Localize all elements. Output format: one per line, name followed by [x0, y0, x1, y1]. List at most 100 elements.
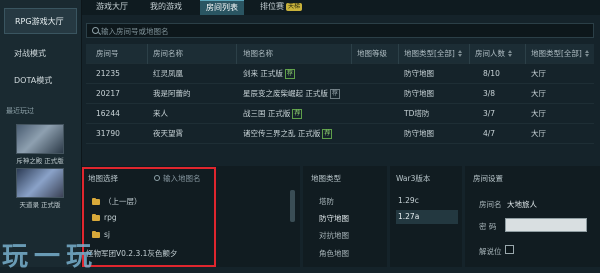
- tab-my-games[interactable]: 我的游戏: [150, 0, 182, 15]
- tree-item-parent[interactable]: （上一层）: [92, 196, 142, 207]
- tab-ranked[interactable]: 排位赛 天梯: [260, 0, 303, 15]
- room-id: 16244: [96, 109, 120, 118]
- recent-game-1-label: 斥神之殿 正式版: [16, 157, 64, 165]
- room-settings-panel: 房间设置 房间名 大地旅人 密 码 解说位: [465, 166, 600, 267]
- room-players: 3/7: [483, 109, 496, 118]
- map-type-option[interactable]: 角色地图: [319, 248, 349, 259]
- tree-item-label: rpg: [104, 213, 117, 222]
- room-id: 31790: [96, 129, 120, 138]
- commentator-checkbox[interactable]: [505, 245, 514, 254]
- tree-item-label: sj: [104, 230, 110, 239]
- column-divider: [351, 44, 352, 64]
- col-room-name[interactable]: 房间名称: [153, 44, 183, 64]
- room-search-placeholder: 输入房间号或地图名: [101, 27, 169, 36]
- map-select-panel: 地图选择 输入地图名 （上一层） rpg sj 怪物军团V0.2.3.1灰色颤夕: [82, 166, 300, 267]
- room-table-header: 房间号 房间名称 地图名称 地图等级 地图类型[全部] 房间人数 地图类型[全部…: [86, 44, 594, 64]
- col-map-type[interactable]: 地图类型[全部]: [404, 44, 463, 64]
- map-name: 星辰变之废柴崛起 正式版荐: [243, 84, 340, 104]
- col-map-level[interactable]: 地图等级: [357, 44, 387, 64]
- hall-type: 大厅: [531, 129, 546, 138]
- tab-game-lobby[interactable]: 游戏大厅: [96, 0, 128, 15]
- room-name-label: 房间名: [479, 200, 502, 209]
- recent-game-1[interactable]: 斥神之殿 正式版: [16, 124, 64, 165]
- table-row[interactable]: 21235 红灵凤凰 剑来 正式版荐 防守地图 8/10 大厅: [86, 64, 594, 84]
- room-table: 房间号 房间名称 地图名称 地图等级 地图类型[全部] 房间人数 地图类型[全部…: [86, 44, 594, 144]
- war3-version-title: War3版本: [396, 174, 431, 183]
- map-type: 防守地图: [404, 69, 434, 78]
- tab-room-list[interactable]: 房间列表: [200, 0, 244, 15]
- map-type-option[interactable]: 塔防: [319, 196, 334, 207]
- col-hall-type-label: 地图类型[全部]: [531, 49, 582, 58]
- game-thumbnail: [16, 168, 64, 198]
- room-players: 3/8: [483, 89, 496, 98]
- map-name-text: 剑来 正式版: [243, 69, 283, 78]
- version-option[interactable]: 1.29c: [396, 194, 458, 208]
- password-field[interactable]: [505, 218, 587, 232]
- map-type-option[interactable]: 对抗地图: [319, 230, 349, 241]
- room-search-input[interactable]: 输入房间号或地图名: [86, 23, 594, 38]
- column-divider: [525, 44, 526, 64]
- room-players: 8/10: [483, 69, 500, 78]
- room-name: 我是阿蕾的: [153, 89, 191, 98]
- tree-item-label: （上一层）: [104, 197, 142, 206]
- sidebar-item-versus[interactable]: 对战模式: [0, 40, 81, 67]
- room-players: 4/7: [483, 129, 496, 138]
- col-room-id[interactable]: 房间号: [96, 44, 119, 64]
- map-list-scrollbar[interactable]: [290, 190, 295, 222]
- folder-icon: [92, 213, 100, 221]
- sidebar-item-dota[interactable]: DOTA模式: [0, 67, 81, 94]
- hall-type: 大厅: [531, 89, 546, 98]
- col-hall-type[interactable]: 地图类型[全部]: [531, 44, 590, 64]
- ladder-badge: 天梯: [286, 3, 303, 11]
- password-label: 密 码: [479, 222, 497, 231]
- map-select-title: 地图选择: [88, 174, 118, 183]
- column-divider: [398, 44, 399, 64]
- room-name: 夜天望霄: [153, 129, 183, 138]
- recommend-tag: 荐: [284, 69, 295, 79]
- room-id: 20217: [96, 89, 120, 98]
- map-type: 防守地图: [404, 89, 434, 98]
- game-thumbnail: [16, 124, 64, 154]
- map-name-text: 星辰变之废柴崛起 正式版: [243, 89, 328, 98]
- war3-version-panel: War3版本 1.29c 1.27a: [390, 166, 462, 267]
- sidebar-item-rpg-lobby[interactable]: RPG游戏大厅: [4, 8, 77, 34]
- watermark-logo: 玩一玩: [2, 242, 99, 272]
- tree-item-map[interactable]: 怪物军团V0.2.3.1灰色颤夕: [86, 248, 177, 259]
- tab-ranked-label: 排位赛: [260, 2, 284, 11]
- map-name-text: 战三国 正式版: [243, 109, 291, 118]
- table-row[interactable]: 31790 夜天望霄 诸空传三界之乱 正式版荐 防守地图 4/7 大厅: [86, 124, 594, 144]
- sort-arrows-icon: [457, 50, 463, 57]
- map-type-option-selected[interactable]: 防守地图: [319, 213, 349, 224]
- table-row[interactable]: 16244 来人 战三国 正式版荐 TD塔防 3/7 大厅: [86, 104, 594, 124]
- room-name-value[interactable]: 大地旅人: [507, 199, 537, 210]
- map-name: 战三国 正式版荐: [243, 104, 303, 124]
- folder-icon: [92, 197, 100, 205]
- recent-played-label: 最近玩过: [6, 107, 34, 115]
- search-icon: [92, 27, 99, 34]
- version-option-selected[interactable]: 1.27a: [396, 210, 458, 224]
- sidebar: RPG游戏大厅 对战模式 DOTA模式 最近玩过 斥神之殿 正式版 天道录 正式…: [0, 0, 82, 267]
- commentator-label: 解说位: [479, 247, 502, 256]
- table-row[interactable]: 20217 我是阿蕾的 星辰变之废柴崛起 正式版荐 防守地图 3/8 大厅: [86, 84, 594, 104]
- col-room-players[interactable]: 房间人数: [475, 44, 513, 64]
- column-divider: [147, 44, 148, 64]
- hall-type: 大厅: [531, 69, 546, 78]
- map-search-input[interactable]: 输入地图名: [163, 173, 201, 184]
- map-name-text: 诸空传三界之乱 正式版: [243, 129, 321, 138]
- tree-item-folder[interactable]: rpg: [92, 213, 117, 222]
- col-map-name[interactable]: 地图名称: [243, 44, 273, 64]
- col-map-type-label: 地图类型[全部]: [404, 49, 455, 58]
- room-name: 红灵凤凰: [153, 69, 183, 78]
- recent-game-2-label: 天道录 正式版: [19, 201, 61, 209]
- column-divider: [469, 44, 470, 64]
- sort-arrows-icon: [508, 50, 513, 57]
- room-settings-title: 房间设置: [473, 174, 503, 183]
- hall-type: 大厅: [531, 109, 546, 118]
- map-name: 诸空传三界之乱 正式版荐: [243, 124, 333, 144]
- recommend-tag: 荐: [292, 109, 303, 119]
- map-type-title: 地图类型: [311, 174, 341, 183]
- sort-arrows-icon: [584, 50, 590, 57]
- recommend-tag: 荐: [329, 89, 340, 99]
- recent-game-2[interactable]: 天道录 正式版: [16, 168, 64, 209]
- recommend-tag: 荐: [322, 129, 333, 139]
